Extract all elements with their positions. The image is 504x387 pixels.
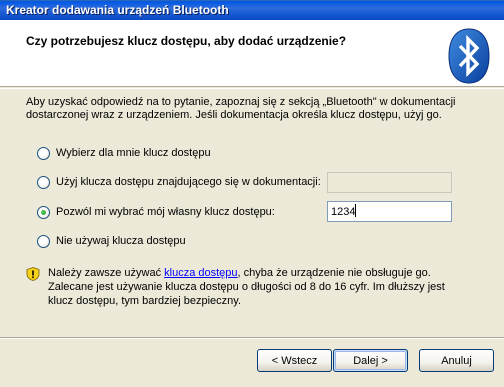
radio-no-key[interactable]: [37, 234, 50, 248]
shield-warning-icon: [26, 267, 40, 281]
warning-text-before: Należy zawsze używać: [48, 267, 165, 279]
option-doc-key[interactable]: Użyj klucza dostępu znajdującego się w d…: [37, 174, 321, 190]
wizard-window: Kreator dodawania urządzeń Bluetooth Czy…: [0, 0, 504, 387]
radio-own-key[interactable]: [37, 205, 50, 219]
cancel-button[interactable]: Anuluj: [419, 349, 494, 372]
back-button[interactable]: < Wstecz: [257, 349, 332, 372]
option-own-key[interactable]: Pozwól mi wybrać mój własny klucz dostęp…: [37, 204, 275, 220]
text-caret: [355, 204, 357, 217]
wizard-header: Czy potrzebujesz klucz dostępu, aby doda…: [0, 20, 504, 87]
option-label: Użyj klucza dostępu znajdującego się w d…: [56, 176, 321, 188]
option-no-key[interactable]: Nie używaj klucza dostępu: [37, 233, 186, 249]
option-label: Wybierz dla mnie klucz dostępu: [56, 147, 211, 159]
window-title: Kreator dodawania urządzeń Bluetooth: [6, 3, 229, 17]
own-key-value: 1234: [331, 206, 356, 218]
option-auto-key[interactable]: Wybierz dla mnie klucz dostępu: [37, 145, 211, 161]
title-bar[interactable]: Kreator dodawania urządzeń Bluetooth: [0, 0, 504, 20]
footer-divider: [0, 337, 504, 339]
passkey-help-link[interactable]: klucza dostępu: [164, 267, 237, 279]
doc-key-input[interactable]: [327, 172, 452, 193]
next-button[interactable]: Dalej >: [333, 349, 408, 372]
page-title: Czy potrzebujesz klucz dostępu, aby doda…: [26, 34, 347, 48]
option-label: Nie używaj klucza dostępu: [56, 235, 186, 247]
radio-auto-key[interactable]: [37, 146, 50, 160]
bluetooth-icon: [448, 28, 490, 84]
intro-text: Aby uzyskać odpowiedź na to pytanie, zap…: [26, 96, 456, 121]
passkey-warning: Należy zawsze używać klucza dostępu, chy…: [48, 266, 448, 308]
own-key-input[interactable]: 1234: [327, 201, 452, 222]
option-label: Pozwól mi wybrać mój własny klucz dostęp…: [56, 206, 275, 218]
header-separator: [0, 88, 504, 89]
radio-doc-key[interactable]: [37, 175, 50, 189]
